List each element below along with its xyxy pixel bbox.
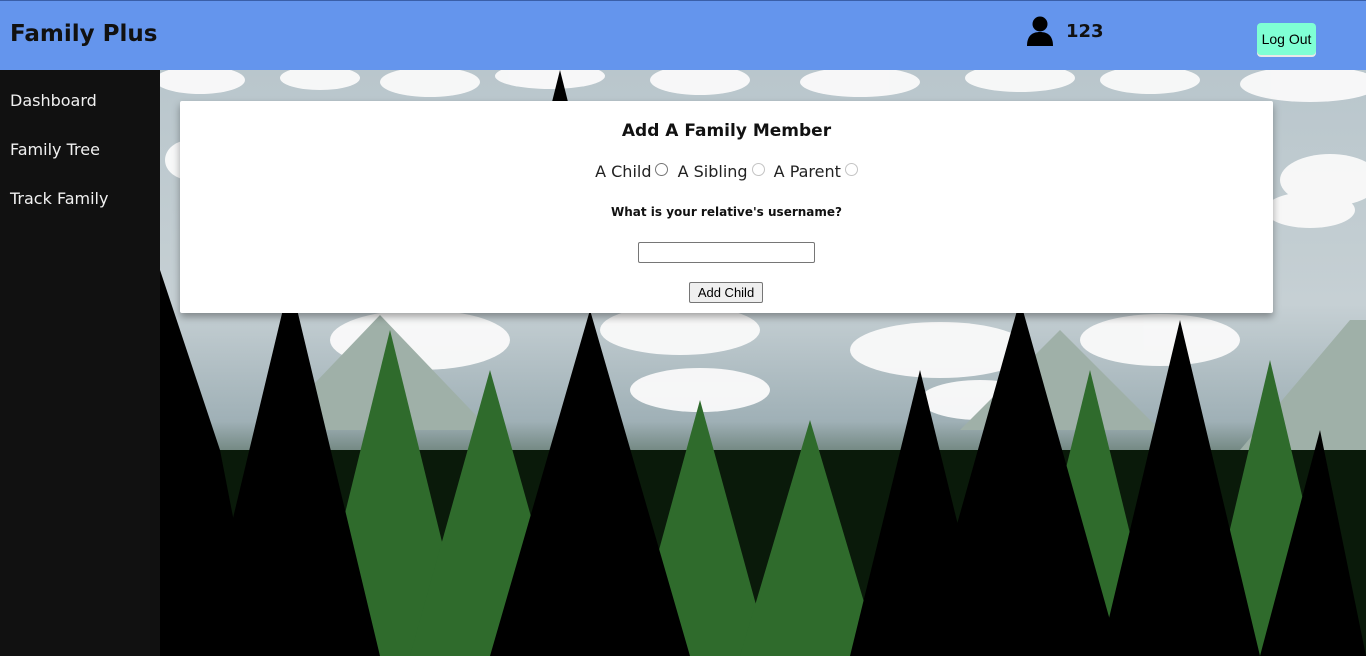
logout-button[interactable]: Log Out	[1257, 23, 1316, 55]
relation-option-label: A Parent	[773, 162, 841, 181]
sidebar-item-track-family[interactable]: Track Family	[10, 189, 108, 208]
add-family-member-card: Add A Family Member A Child A Sibling A …	[180, 101, 1273, 313]
form-title: Add A Family Member	[621, 121, 832, 141]
sibling-radio	[751, 163, 765, 176]
sidebar-nav: Dashboard Family Tree Track Family	[0, 70, 160, 656]
top-header: Family Plus 123 Log Out	[0, 0, 1366, 70]
relative-username-input[interactable]	[638, 242, 815, 263]
user-icon	[1026, 16, 1054, 46]
relation-option-label: A Child	[595, 162, 652, 181]
child-radio[interactable]	[655, 163, 669, 176]
app-brand: Family Plus	[10, 21, 158, 47]
parent-radio	[844, 163, 858, 176]
username-question: What is your relative's username?	[611, 205, 842, 219]
sidebar-item-family-tree[interactable]: Family Tree	[10, 140, 100, 159]
username-label: 123	[1066, 21, 1104, 42]
relation-option-label: A Sibling	[677, 162, 748, 181]
relation-option-sibling: A Sibling	[678, 162, 765, 181]
add-child-button[interactable]: Add Child	[689, 282, 763, 303]
relation-option-parent: A Parent	[774, 162, 858, 181]
relation-option-child[interactable]: A Child	[595, 162, 669, 181]
sidebar-item-dashboard[interactable]: Dashboard	[10, 91, 97, 110]
relation-radio-group: A Child A Sibling A Parent	[180, 162, 1273, 181]
